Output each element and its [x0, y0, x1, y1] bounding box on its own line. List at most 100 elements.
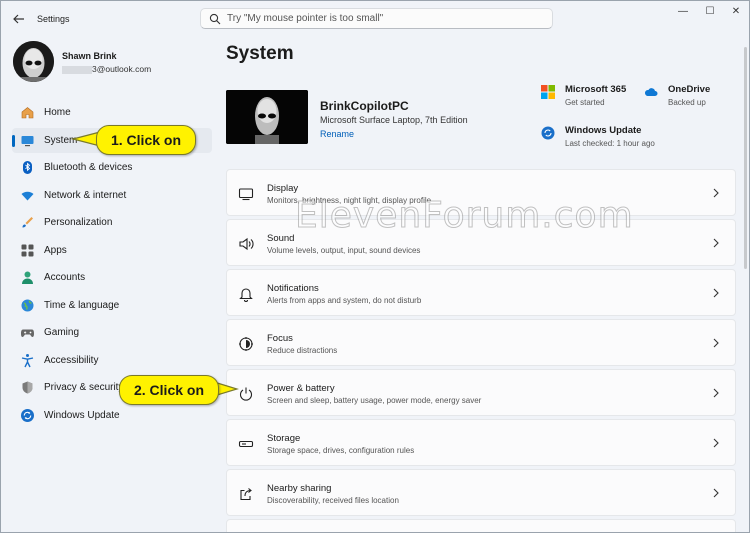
sidebar-item-label: Gaming: [44, 327, 80, 338]
email-redaction: [62, 65, 92, 74]
settings-window: Settings Try "My mouse pointer is too sm…: [0, 0, 750, 533]
chevron-right-icon: [713, 488, 719, 498]
sidebar-item-apps[interactable]: Apps: [12, 238, 212, 263]
user-name: Shawn Brink: [62, 51, 117, 61]
avatar[interactable]: [13, 41, 54, 82]
display-icon: [238, 188, 254, 201]
update-icon: [21, 408, 34, 422]
sidebar-item-accessibility[interactable]: Accessibility: [12, 348, 212, 373]
controller-icon: [21, 329, 34, 337]
setting-title: Sound: [267, 233, 295, 244]
device-model: Microsoft Surface Laptop, 7th Edition: [320, 115, 468, 125]
setting-title: Storage: [267, 433, 301, 444]
scrollbar[interactable]: [744, 47, 747, 269]
search-input[interactable]: Try "My mouse pointer is too small": [200, 8, 553, 29]
quick-subtitle: Get started: [565, 98, 605, 107]
sidebar-item-windows-update[interactable]: Windows Update: [12, 403, 212, 428]
setting-subtitle: Storage space, drives, configuration rul…: [267, 446, 415, 455]
title-bar: Settings Try "My mouse pointer is too sm…: [1, 1, 749, 37]
setting-subtitle: Reduce distractions: [267, 346, 338, 355]
bell-icon: [239, 288, 253, 302]
sidebar-item-label: Apps: [44, 244, 67, 256]
sidebar-item-personalization[interactable]: Personalization: [12, 210, 212, 235]
search-icon: [209, 13, 221, 25]
setting-power-battery[interactable]: Power & battery Screen and sleep, batter…: [226, 369, 736, 416]
setting-focus[interactable]: Focus Reduce distractions: [226, 319, 736, 366]
maximize-button[interactable]: ☐: [698, 5, 722, 19]
bluetooth-icon: [23, 161, 32, 174]
brush-icon: [22, 217, 33, 228]
setting-storage[interactable]: Storage Storage space, drives, configura…: [226, 419, 736, 466]
sidebar-item-label: Time & language: [44, 299, 120, 311]
home-icon: [21, 107, 34, 119]
m365-icon: [541, 85, 555, 99]
sidebar-item-label: Network & internet: [44, 189, 127, 201]
sidebar-item-time-language[interactable]: Time & language: [12, 293, 212, 318]
sidebar-item-label: Privacy & security: [44, 382, 124, 393]
power-icon: [239, 387, 253, 401]
sidebar-item-accounts[interactable]: Accounts: [12, 265, 212, 290]
update-icon: [541, 126, 555, 140]
speaker-icon: [239, 237, 254, 251]
setting-next-partial[interactable]: [226, 519, 736, 532]
chevron-right-icon: [713, 238, 719, 248]
quick-title: Microsoft 365: [565, 84, 627, 95]
sidebar-item-home[interactable]: Home: [12, 100, 212, 125]
sidebar-item-label: Windows Update: [44, 409, 120, 421]
sidebar-item-bluetooth[interactable]: Bluetooth & devices: [12, 155, 212, 180]
person-icon: [22, 271, 33, 284]
quick-title: Windows Update: [565, 125, 642, 136]
sidebar-item-gaming[interactable]: Gaming: [12, 320, 212, 345]
accessibility-icon: [21, 353, 34, 367]
minimize-button[interactable]: —: [671, 5, 695, 19]
chevron-right-icon: [713, 388, 719, 398]
chevron-right-icon: [713, 438, 719, 448]
quick-subtitle: Backed up: [668, 98, 706, 107]
search-placeholder: Try "My mouse pointer is too small": [227, 13, 384, 24]
page-title: System: [226, 43, 294, 64]
app-title: Settings: [37, 14, 70, 24]
setting-title: Focus: [267, 333, 293, 344]
setting-title: Nearby sharing: [267, 483, 332, 494]
device-thumbnail: [226, 90, 308, 144]
quick-microsoft-365[interactable]: Microsoft 365 Get started: [541, 84, 651, 114]
close-button[interactable]: ✕: [724, 5, 748, 19]
quick-windows-update[interactable]: Windows Update Last checked: 1 hour ago: [541, 125, 681, 155]
rename-link[interactable]: Rename: [320, 129, 354, 139]
user-email: 3@outlook.com: [62, 64, 151, 74]
sidebar-item-label: Home: [44, 107, 71, 118]
sidebar-item-label: Accounts: [44, 272, 86, 283]
back-arrow-icon[interactable]: [10, 10, 28, 28]
quick-onedrive[interactable]: OneDrive Backed up: [644, 84, 744, 114]
setting-subtitle: Monitors, brightness, night light, displ…: [267, 196, 432, 205]
setting-sound[interactable]: Sound Volume levels, output, input, soun…: [226, 219, 736, 266]
setting-display[interactable]: Display Monitors, brightness, night ligh…: [226, 169, 736, 216]
focus-icon: [239, 337, 253, 351]
wifi-icon: [21, 191, 34, 200]
share-icon: [240, 488, 252, 501]
storage-icon: [238, 440, 254, 448]
settings-list: Display Monitors, brightness, night ligh…: [226, 169, 736, 532]
alien-avatar-icon: [13, 41, 54, 82]
chevron-right-icon: [713, 188, 719, 198]
setting-title: Display: [267, 183, 299, 194]
setting-title: Notifications: [267, 283, 319, 294]
setting-subtitle: Volume levels, output, input, sound devi…: [267, 246, 421, 255]
quick-subtitle: Last checked: 1 hour ago: [565, 139, 655, 148]
device-name: BrinkCopilotPC: [320, 99, 409, 113]
sidebar-item-label: Personalization: [44, 217, 113, 228]
setting-title: Power & battery: [267, 383, 335, 394]
monitor-icon: [21, 135, 34, 146]
chevron-right-icon: [713, 338, 719, 348]
setting-notifications[interactable]: Notifications Alerts from apps and syste…: [226, 269, 736, 316]
user-email-suffix: 3@outlook.com: [92, 64, 152, 74]
setting-subtitle: Discoverability, received files location: [267, 496, 399, 505]
callout-step-1: 1. Click on: [96, 125, 196, 155]
quick-title: OneDrive: [668, 84, 711, 95]
shield-icon: [22, 381, 33, 394]
alien-wallpaper-icon: [226, 90, 308, 144]
chevron-right-icon: [713, 288, 719, 298]
globe-icon: [21, 299, 34, 311]
setting-nearby-sharing[interactable]: Nearby sharing Discoverability, received…: [226, 469, 736, 516]
sidebar-item-network[interactable]: Network & internet: [12, 183, 212, 208]
